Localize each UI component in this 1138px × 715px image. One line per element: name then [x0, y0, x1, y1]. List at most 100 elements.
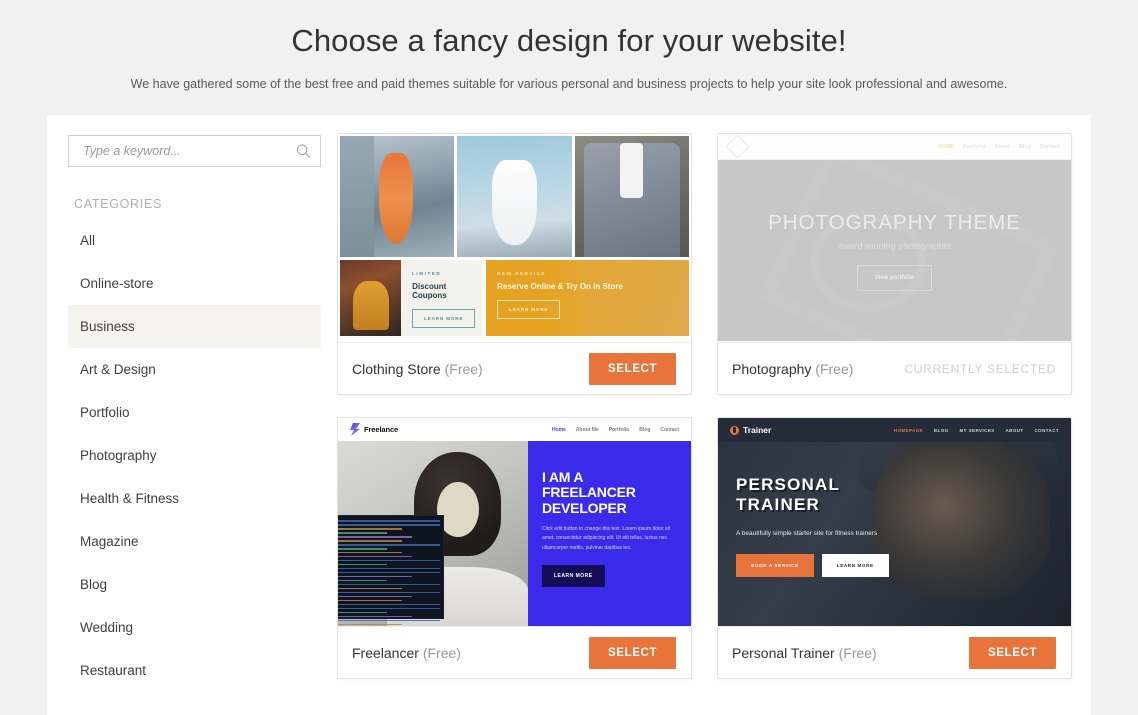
- promo-kicker: LIMITED: [412, 271, 442, 276]
- clothing-promo-row: LIMITED Discount Coupons LEARN MORE NEW …: [338, 257, 691, 338]
- theme-card-clothing-store[interactable]: LIMITED Discount Coupons LEARN MORE NEW …: [337, 133, 692, 395]
- sidebar-item-business[interactable]: Business: [68, 305, 321, 348]
- trainer-logo: Trainer: [730, 425, 771, 435]
- photo-woman-sunglasses: [340, 260, 402, 336]
- select-button[interactable]: SELECT: [589, 636, 676, 669]
- preview-nav-links: HOME Portfolio About Blog Contact: [938, 144, 1060, 150]
- sidebar: CATEGORIES All Online-store Business Art…: [47, 115, 337, 715]
- photo-man-grey-blazer: [574, 136, 689, 257]
- select-button[interactable]: SELECT: [969, 636, 1056, 669]
- nav-link-contact: CONTACT: [1034, 427, 1059, 433]
- nav-link-home: Home: [552, 426, 566, 433]
- logo-text: Trainer: [743, 425, 772, 435]
- theme-price: (Free): [444, 360, 483, 377]
- promo-reserve-online[interactable]: NEW SERVICE Reserve Online & Try On in S…: [486, 260, 689, 336]
- hero-view-portfolio-button: View portfolio: [856, 264, 933, 291]
- nav-link-home: HOME: [938, 143, 955, 150]
- trainer-mark-icon: [730, 425, 739, 435]
- hero-heading: PHOTOGRAPHY THEME: [768, 210, 1021, 234]
- nav-link-about: ABOUT: [1005, 427, 1024, 433]
- hero-heading: I AM A FREELANCER DEVELOPER: [542, 469, 636, 516]
- promo-learn-more-button[interactable]: LEARN MORE: [412, 309, 476, 328]
- theme-title: Personal Trainer: [732, 644, 835, 661]
- photo-code-monitor: [338, 515, 445, 626]
- sidebar-item-blog[interactable]: Blog: [68, 563, 321, 606]
- nav-link-blog: Blog: [1019, 143, 1031, 150]
- currently-selected-badge: CURRENTLY SELECTED: [904, 361, 1056, 376]
- sidebar-item-label: All: [80, 233, 96, 248]
- theme-card-freelancer[interactable]: Freelance Home About Me Portfolio Blog C…: [337, 417, 692, 679]
- photo-developer-with-headphones: [338, 441, 528, 626]
- theme-card-footer: Freelancer (Free) SELECT: [338, 626, 691, 678]
- theme-name: Clothing Store (Free): [352, 361, 483, 377]
- theme-name: Personal Trainer (Free): [732, 645, 877, 661]
- hero-learn-more-button: LEARN MORE: [821, 554, 889, 578]
- theme-name: Photography (Free): [732, 361, 853, 377]
- search-icon[interactable]: [296, 144, 311, 159]
- theme-preview-freelancer: Freelance Home About Me Portfolio Blog C…: [338, 418, 691, 626]
- nav-link-about-me: About Me: [575, 426, 599, 433]
- hero-panel: I AM A FREELANCER DEVELOPER Click edit b…: [528, 441, 691, 626]
- sidebar-item-label: Health & Fitness: [80, 491, 180, 506]
- preview-hero: PERSONAL TRAINER A beautifully simple st…: [718, 442, 1071, 626]
- hero-heading: PERSONAL TRAINER: [736, 475, 1071, 515]
- theme-price: (Free): [815, 360, 854, 377]
- preview-hero: PHOTOGRAPHY THEME Award winning photogra…: [718, 160, 1071, 341]
- hero-book-a-service-button: BOOK A SERVICE: [736, 554, 814, 578]
- promo-learn-more-button[interactable]: LEARN MORE: [497, 300, 561, 319]
- theme-card-footer: Clothing Store (Free) SELECT: [338, 342, 691, 394]
- photography-logo-icon: [725, 134, 750, 159]
- hero-subheading: Award winning photographer: [837, 240, 952, 251]
- sidebar-item-restaurant[interactable]: Restaurant: [68, 649, 321, 692]
- sidebar-item-label: Wedding: [80, 620, 134, 635]
- sidebar-item-label: Photography: [80, 448, 157, 463]
- hero-learn-more-button: LEARN MORE: [542, 564, 605, 587]
- search-box[interactable]: [68, 135, 321, 167]
- search-input[interactable]: [81, 143, 288, 159]
- clothing-photo-row: [338, 134, 691, 257]
- nav-link-blog: BLOG: [933, 427, 949, 433]
- freelance-logo: Freelance: [350, 423, 398, 436]
- sidebar-item-art-and-design[interactable]: Art & Design: [68, 348, 321, 391]
- sidebar-item-all[interactable]: All: [68, 219, 321, 262]
- sidebar-item-label: Blog: [80, 577, 108, 592]
- sidebar-item-label: Business: [80, 319, 135, 334]
- sidebar-item-magazine[interactable]: Magazine: [68, 520, 321, 563]
- theme-title: Photography: [732, 360, 812, 377]
- theme-card-personal-trainer[interactable]: Trainer HOMEPAGE BLOG MY SERVICES ABOUT …: [717, 417, 1072, 679]
- photo-woman-orange-dress: [340, 136, 455, 257]
- theme-name: Freelancer (Free): [352, 645, 461, 661]
- lightning-bolt-icon: [350, 423, 360, 436]
- sidebar-item-label: Art & Design: [80, 362, 156, 377]
- theme-preview-clothing-store: LIMITED Discount Coupons LEARN MORE NEW …: [338, 134, 691, 342]
- preview-nav-links: Home About Me Portfolio Blog Contact: [552, 427, 679, 433]
- preview-navbar: Trainer HOMEPAGE BLOG MY SERVICES ABOUT …: [718, 418, 1071, 442]
- logo-text: Freelance: [364, 425, 399, 434]
- hero-heading-line-1: PERSONAL: [736, 475, 841, 494]
- preview-navbar: HOME Portfolio About Blog Contact: [718, 134, 1071, 160]
- sidebar-item-health-and-fitness[interactable]: Health & Fitness: [68, 477, 321, 520]
- promo-title: Reserve Online & Try On in Store: [497, 282, 623, 291]
- page-title: Choose a fancy design for your website!: [291, 23, 847, 58]
- nav-link-contact: Contact: [1039, 143, 1060, 150]
- photo-woman-white-dress: [457, 136, 572, 257]
- nav-link-contact: Contact: [660, 426, 679, 433]
- preview-nav-links: HOMEPAGE BLOG MY SERVICES ABOUT CONTACT: [894, 428, 1059, 433]
- preview-navbar: Freelance Home About Me Portfolio Blog C…: [338, 418, 691, 441]
- page-header: Choose a fancy design for your website! …: [0, 0, 1138, 91]
- sidebar-item-label: Magazine: [80, 534, 139, 549]
- sidebar-item-online-store[interactable]: Online-store: [68, 262, 321, 305]
- promo-discount-coupons[interactable]: LIMITED Discount Coupons LEARN MORE: [340, 260, 483, 336]
- sidebar-item-portfolio[interactable]: Portfolio: [68, 391, 321, 434]
- nav-link-my-services: MY SERVICES: [959, 427, 995, 433]
- sidebar-item-wedding[interactable]: Wedding: [68, 606, 321, 649]
- hero-paragraph: A beautifully simple starter site for fi…: [736, 530, 878, 538]
- theme-picker-panel: CATEGORIES All Online-store Business Art…: [47, 115, 1091, 715]
- preview-hero: I AM A FREELANCER DEVELOPER Click edit b…: [338, 441, 691, 626]
- theme-card-photography[interactable]: HOME Portfolio About Blog Contact PHOTOG…: [717, 133, 1072, 395]
- promo-kicker: NEW SERVICE: [497, 271, 547, 276]
- theme-price: (Free): [422, 644, 461, 661]
- nav-link-about: About: [994, 143, 1011, 150]
- sidebar-item-photography[interactable]: Photography: [68, 434, 321, 477]
- select-button[interactable]: SELECT: [589, 352, 676, 385]
